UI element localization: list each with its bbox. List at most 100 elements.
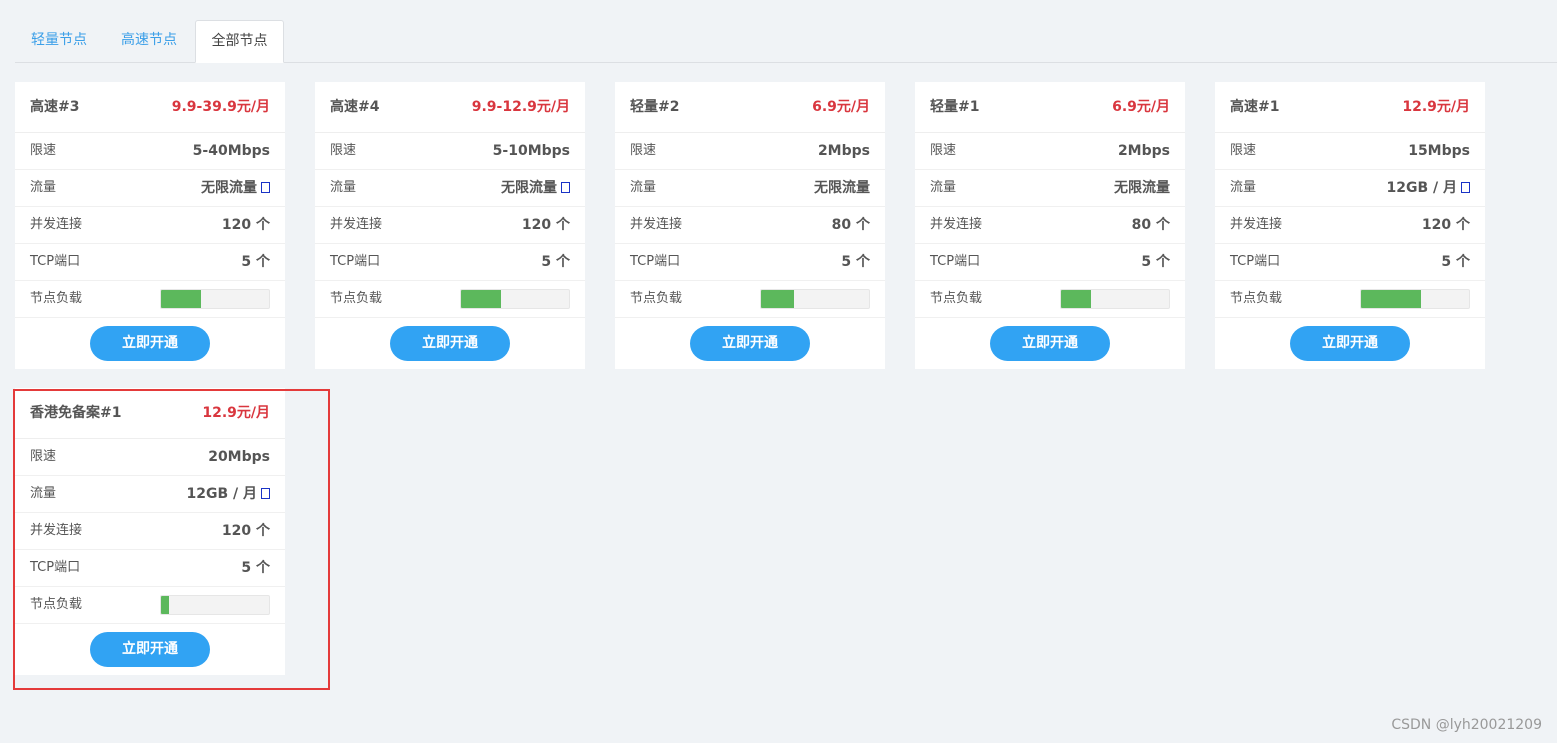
tab-all-nodes[interactable]: 全部节点 bbox=[195, 20, 284, 63]
load-row: 节点负载 bbox=[1215, 281, 1485, 318]
button-row: 立即开通 bbox=[615, 318, 885, 368]
traffic-value: 12GB / 月 bbox=[1386, 180, 1457, 196]
activate-button[interactable]: 立即开通 bbox=[390, 326, 510, 361]
connections-row: 并发连接 80 个 bbox=[615, 207, 885, 244]
speed-label: 限速 bbox=[930, 143, 957, 158]
traffic-row: 流量 无限流量 bbox=[915, 170, 1185, 207]
info-icon[interactable] bbox=[561, 181, 570, 193]
traffic-value-wrap: 无限流量 bbox=[201, 170, 270, 206]
traffic-label: 流量 bbox=[1230, 180, 1257, 195]
traffic-value-wrap: 无限流量 bbox=[1114, 170, 1170, 206]
node-name: 轻量#2 bbox=[630, 99, 680, 115]
node-card: 高速#3 9.9-39.9元/月 限速 5-40Mbps 流量 无限流量 并发连接 120 个… bbox=[15, 82, 285, 369]
traffic-label: 流量 bbox=[930, 180, 957, 195]
node-name: 高速#4 bbox=[330, 99, 380, 115]
tcp-row: TCP端口 5 个 bbox=[1215, 244, 1485, 281]
speed-value: 2Mbps bbox=[817, 143, 870, 159]
node-price: 12.9元/月 bbox=[1402, 99, 1470, 115]
traffic-value: 无限流量 bbox=[501, 180, 557, 196]
load-label: 节点负载 bbox=[330, 291, 383, 306]
watermark: CSDN @lyh20021209 bbox=[1391, 717, 1542, 733]
connections-label: 并发连接 bbox=[330, 217, 383, 232]
connections-row: 并发连接 120 个 bbox=[315, 207, 585, 244]
card-header: 轻量#2 6.9元/月 bbox=[615, 82, 885, 133]
load-label: 节点负载 bbox=[1230, 291, 1283, 306]
traffic-row: 流量 无限流量 bbox=[15, 170, 285, 207]
node-name: 高速#1 bbox=[1230, 99, 1280, 115]
speed-label: 限速 bbox=[630, 143, 657, 158]
tcp-value: 5 个 bbox=[841, 254, 870, 270]
tcp-value: 5 个 bbox=[241, 254, 270, 270]
tcp-row: TCP端口 5 个 bbox=[915, 244, 1185, 281]
tcp-label: TCP端口 bbox=[330, 254, 381, 269]
load-progress-fill bbox=[761, 290, 795, 308]
connections-value: 120 个 bbox=[1421, 217, 1470, 233]
node-price: 6.9元/月 bbox=[1112, 99, 1170, 115]
connections-label: 并发连接 bbox=[930, 217, 983, 232]
tcp-row: TCP端口 5 个 bbox=[315, 244, 585, 281]
traffic-label: 流量 bbox=[30, 180, 57, 195]
connections-row: 并发连接 80 个 bbox=[915, 207, 1185, 244]
traffic-value-wrap: 无限流量 bbox=[501, 170, 570, 206]
info-icon[interactable] bbox=[1461, 181, 1470, 193]
traffic-label: 流量 bbox=[330, 180, 357, 195]
card-header: 高速#1 12.9元/月 bbox=[1215, 82, 1485, 133]
load-progress-bar bbox=[1360, 289, 1470, 309]
connections-label: 并发连接 bbox=[630, 217, 683, 232]
load-label: 节点负载 bbox=[30, 291, 83, 306]
activate-button[interactable]: 立即开通 bbox=[1290, 326, 1410, 361]
node-price: 9.9-39.9元/月 bbox=[171, 99, 270, 115]
load-progress-fill bbox=[1061, 290, 1092, 308]
tcp-value: 5 个 bbox=[541, 254, 570, 270]
tcp-row: TCP端口 5 个 bbox=[15, 244, 285, 281]
node-price: 9.9-12.9元/月 bbox=[471, 99, 570, 115]
tcp-label: TCP端口 bbox=[630, 254, 681, 269]
node-card: 轻量#1 6.9元/月 限速 2Mbps 流量 无限流量 并发连接 80 个 TCP端口 5 个节… bbox=[915, 82, 1185, 369]
speed-label: 限速 bbox=[330, 143, 357, 158]
load-row: 节点负载 bbox=[615, 281, 885, 318]
card-header: 高速#4 9.9-12.9元/月 bbox=[315, 82, 585, 133]
node-card: 高速#1 12.9元/月 限速 15Mbps 流量 12GB / 月并发连接 120 个 TC… bbox=[1215, 82, 1485, 369]
tcp-label: TCP端口 bbox=[1230, 254, 1281, 269]
tab-fast-nodes[interactable]: 高速节点 bbox=[105, 20, 193, 61]
load-progress-bar bbox=[760, 289, 870, 309]
traffic-value: 无限流量 bbox=[201, 180, 257, 196]
node-price: 6.9元/月 bbox=[812, 99, 870, 115]
traffic-row: 流量 无限流量 bbox=[315, 170, 585, 207]
load-label: 节点负载 bbox=[930, 291, 983, 306]
speed-row: 限速 15Mbps bbox=[1215, 133, 1485, 170]
button-row: 立即开通 bbox=[315, 318, 585, 368]
connections-value: 120 个 bbox=[521, 217, 570, 233]
highlight-box bbox=[13, 389, 330, 690]
card-header: 轻量#1 6.9元/月 bbox=[915, 82, 1185, 133]
load-label: 节点负载 bbox=[630, 291, 683, 306]
speed-row: 限速 2Mbps bbox=[615, 133, 885, 170]
load-progress-bar bbox=[1060, 289, 1170, 309]
activate-button[interactable]: 立即开通 bbox=[990, 326, 1110, 361]
load-row: 节点负载 bbox=[315, 281, 585, 318]
tcp-label: TCP端口 bbox=[30, 254, 81, 269]
connections-value: 80 个 bbox=[831, 217, 870, 233]
traffic-value-wrap: 无限流量 bbox=[814, 170, 870, 206]
load-progress-fill bbox=[1361, 290, 1422, 308]
tcp-label: TCP端口 bbox=[930, 254, 981, 269]
node-card: 高速#4 9.9-12.9元/月 限速 5-10Mbps 流量 无限流量 并发连接 120 个… bbox=[315, 82, 585, 369]
load-row: 节点负载 bbox=[15, 281, 285, 318]
button-row: 立即开通 bbox=[15, 318, 285, 368]
tcp-value: 5 个 bbox=[1441, 254, 1470, 270]
tab-light-nodes[interactable]: 轻量节点 bbox=[15, 20, 103, 61]
speed-row: 限速 5-40Mbps bbox=[15, 133, 285, 170]
node-name: 高速#3 bbox=[30, 99, 80, 115]
node-name: 轻量#1 bbox=[930, 99, 980, 115]
connections-label: 并发连接 bbox=[30, 217, 83, 232]
load-progress-bar bbox=[160, 289, 270, 309]
load-row: 节点负载 bbox=[915, 281, 1185, 318]
tcp-value: 5 个 bbox=[1141, 254, 1170, 270]
info-icon[interactable] bbox=[261, 181, 270, 193]
tcp-row: TCP端口 5 个 bbox=[615, 244, 885, 281]
traffic-value: 无限流量 bbox=[814, 180, 870, 196]
speed-value: 15Mbps bbox=[1408, 143, 1470, 159]
activate-button[interactable]: 立即开通 bbox=[90, 326, 210, 361]
activate-button[interactable]: 立即开通 bbox=[690, 326, 810, 361]
traffic-label: 流量 bbox=[630, 180, 657, 195]
